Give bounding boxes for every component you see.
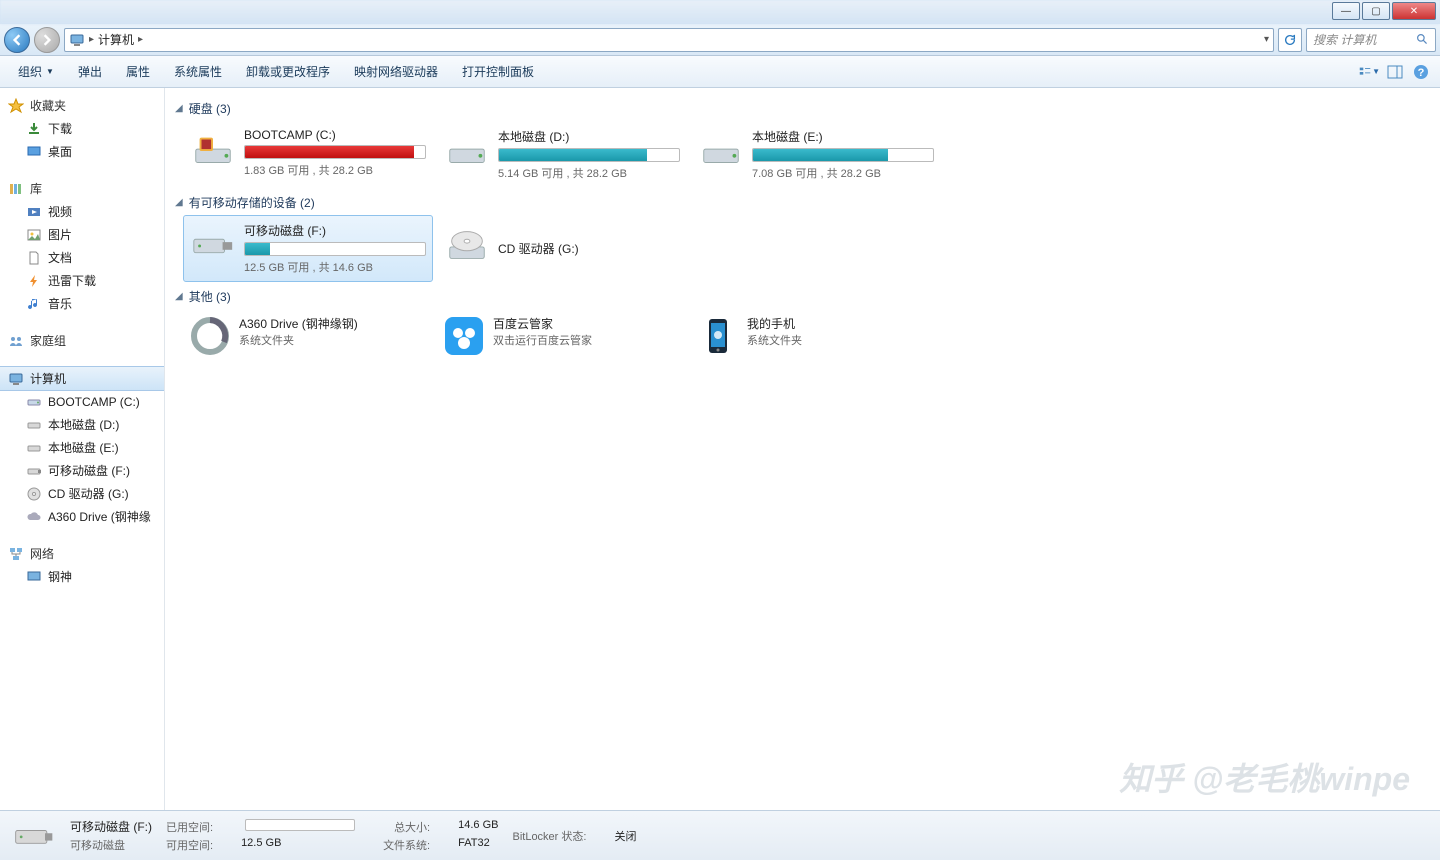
hdd-icon bbox=[190, 128, 236, 174]
document-icon bbox=[26, 250, 42, 266]
section-removable[interactable]: ◢有可移动存储的设备 (2) bbox=[175, 188, 1430, 215]
collapse-icon: ◢ bbox=[175, 291, 183, 302]
sidebar: 收藏夹 下载 桌面 库 视频 图片 文档 迅雷下载 音乐 家庭组 计算 bbox=[0, 88, 165, 810]
preview-pane-icon[interactable] bbox=[1384, 61, 1406, 83]
sidebar-item-desktop[interactable]: 桌面 bbox=[0, 140, 164, 163]
cloud-icon bbox=[26, 509, 42, 525]
download-icon bbox=[26, 121, 42, 137]
search-input[interactable]: 搜索 计算机 bbox=[1306, 28, 1436, 52]
sidebar-item-drive-c[interactable]: BOOTCAMP (C:) bbox=[0, 391, 164, 413]
sidebar-libraries[interactable]: 库 bbox=[0, 177, 164, 200]
sidebar-item-network-pc[interactable]: 钢神 bbox=[0, 565, 164, 588]
toolbar: 组织 ▼ 弹出 属性 系统属性 卸载或更改程序 映射网络驱动器 打开控制面板 ▼… bbox=[0, 56, 1440, 88]
drive-item[interactable]: CD 驱动器 (G:) bbox=[437, 215, 687, 282]
sidebar-item-videos[interactable]: 视频 bbox=[0, 200, 164, 223]
search-icon bbox=[1416, 33, 1429, 46]
video-icon bbox=[26, 204, 42, 220]
drive-icon bbox=[26, 417, 42, 433]
sidebar-item-thunder[interactable]: 迅雷下载 bbox=[0, 269, 164, 292]
system-properties-button[interactable]: 系统属性 bbox=[164, 59, 232, 84]
map-drive-button[interactable]: 映射网络驱动器 bbox=[344, 59, 448, 84]
organize-button[interactable]: 组织 ▼ bbox=[8, 59, 64, 84]
computer-icon bbox=[8, 371, 24, 387]
baidu-icon bbox=[443, 315, 485, 357]
cd-icon bbox=[26, 486, 42, 502]
sidebar-item-a360[interactable]: A360 Drive (钢神缘 bbox=[0, 505, 164, 528]
cd-drive-icon bbox=[444, 222, 490, 268]
a360-icon bbox=[189, 315, 231, 357]
star-icon bbox=[8, 98, 24, 114]
usb-drive-icon bbox=[190, 222, 236, 268]
sidebar-homegroup[interactable]: 家庭组 bbox=[0, 329, 164, 352]
section-other[interactable]: ◢其他 (3) bbox=[175, 282, 1430, 309]
refresh-button[interactable] bbox=[1278, 28, 1302, 52]
sidebar-computer[interactable]: 计算机 bbox=[0, 366, 164, 391]
other-item[interactable]: 百度云管家双击运行百度云管家 bbox=[437, 309, 687, 363]
drive-item[interactable]: BOOTCAMP (C:)1.83 GB 可用 , 共 28.2 GB bbox=[183, 121, 433, 188]
sidebar-item-downloads[interactable]: 下载 bbox=[0, 117, 164, 140]
drive-icon bbox=[26, 440, 42, 456]
help-icon[interactable]: ? bbox=[1410, 61, 1432, 83]
close-button[interactable]: ✕ bbox=[1392, 2, 1436, 20]
breadcrumb-item[interactable]: 计算机 bbox=[98, 31, 134, 48]
uninstall-button[interactable]: 卸载或更改程序 bbox=[236, 59, 340, 84]
desktop-icon bbox=[26, 144, 42, 160]
hdd-icon bbox=[444, 128, 490, 174]
dropdown-icon[interactable]: ▾ bbox=[1264, 34, 1269, 45]
control-panel-button[interactable]: 打开控制面板 bbox=[452, 59, 544, 84]
drive-item[interactable]: 本地磁盘 (D:)5.14 GB 可用 , 共 28.2 GB bbox=[437, 121, 687, 188]
drive-item[interactable]: 可移动磁盘 (F:)12.5 GB 可用 , 共 14.6 GB bbox=[183, 215, 433, 282]
network-icon bbox=[8, 546, 24, 562]
sidebar-item-music[interactable]: 音乐 bbox=[0, 292, 164, 315]
minimize-button[interactable]: — bbox=[1332, 2, 1360, 20]
sidebar-favorites[interactable]: 收藏夹 bbox=[0, 94, 164, 117]
music-icon bbox=[26, 296, 42, 312]
library-icon bbox=[8, 181, 24, 197]
search-placeholder: 搜索 计算机 bbox=[1313, 31, 1376, 48]
view-options-icon[interactable]: ▼ bbox=[1358, 61, 1380, 83]
sidebar-item-drive-f[interactable]: 可移动磁盘 (F:) bbox=[0, 459, 164, 482]
sidebar-network[interactable]: 网络 bbox=[0, 542, 164, 565]
usb-drive-icon bbox=[12, 817, 56, 855]
thunder-icon bbox=[26, 273, 42, 289]
svg-text:?: ? bbox=[1418, 67, 1425, 79]
chevron-right-icon: ▸ bbox=[89, 34, 94, 45]
sidebar-item-pictures[interactable]: 图片 bbox=[0, 223, 164, 246]
pc-icon bbox=[26, 569, 42, 585]
nav-bar: ▸ 计算机 ▸ ▾ 搜索 计算机 bbox=[0, 24, 1440, 56]
window-controls: — ▢ ✕ bbox=[1332, 2, 1436, 20]
section-hdd[interactable]: ◢硬盘 (3) bbox=[175, 94, 1430, 121]
computer-icon bbox=[69, 32, 85, 48]
status-drive-type: 可移动磁盘 bbox=[70, 837, 152, 853]
collapse-icon: ◢ bbox=[175, 197, 183, 208]
hdd-icon bbox=[698, 128, 744, 174]
drive-icon bbox=[26, 394, 42, 410]
chevron-right-icon: ▸ bbox=[138, 34, 143, 45]
maximize-button[interactable]: ▢ bbox=[1362, 2, 1390, 20]
sidebar-item-documents[interactable]: 文档 bbox=[0, 246, 164, 269]
status-drive-name: 可移动磁盘 (F:) bbox=[70, 818, 152, 835]
sidebar-item-drive-d[interactable]: 本地磁盘 (D:) bbox=[0, 413, 164, 436]
phone-icon bbox=[697, 315, 739, 357]
eject-button[interactable]: 弹出 bbox=[68, 59, 112, 84]
drive-item[interactable]: 本地磁盘 (E:)7.08 GB 可用 , 共 28.2 GB bbox=[691, 121, 941, 188]
picture-icon bbox=[26, 227, 42, 243]
status-bar: 可移动磁盘 (F:) 可移动磁盘 已用空间: 总大小: 14.6 GB 可用空间… bbox=[0, 810, 1440, 860]
sidebar-item-drive-e[interactable]: 本地磁盘 (E:) bbox=[0, 436, 164, 459]
other-item[interactable]: A360 Drive (钢神缘钢)系统文件夹 bbox=[183, 309, 433, 363]
back-button[interactable] bbox=[4, 27, 30, 53]
properties-button[interactable]: 属性 bbox=[116, 59, 160, 84]
collapse-icon: ◢ bbox=[175, 103, 183, 114]
other-item[interactable]: 我的手机系统文件夹 bbox=[691, 309, 941, 363]
forward-button[interactable] bbox=[34, 27, 60, 53]
content-pane: ◢硬盘 (3) BOOTCAMP (C:)1.83 GB 可用 , 共 28.2… bbox=[165, 88, 1440, 810]
address-bar[interactable]: ▸ 计算机 ▸ ▾ bbox=[64, 28, 1274, 52]
homegroup-icon bbox=[8, 333, 24, 349]
usb-icon bbox=[26, 463, 42, 479]
sidebar-item-drive-g[interactable]: CD 驱动器 (G:) bbox=[0, 482, 164, 505]
